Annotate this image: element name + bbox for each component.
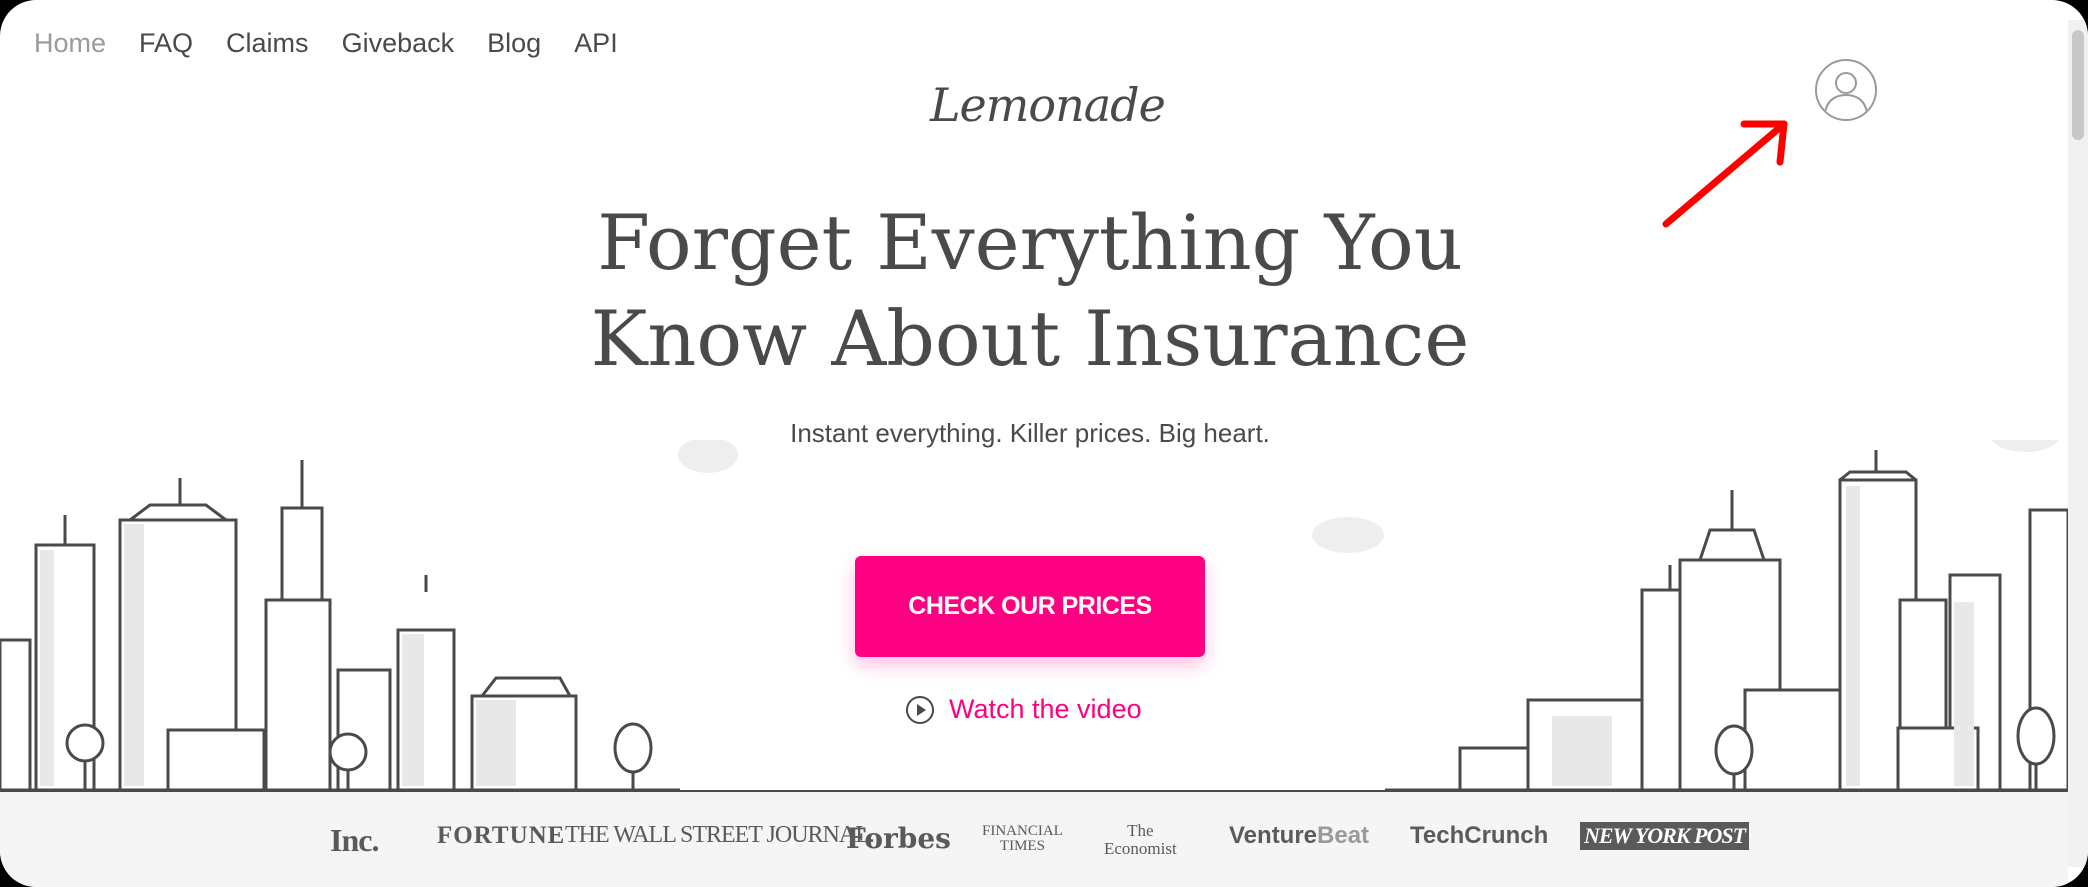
nav-blog-link[interactable]: Blog [487, 28, 541, 59]
lemonade-logo[interactable]: Lemonade [930, 78, 1166, 132]
economist-logo: The Economist [1104, 821, 1177, 858]
red-annotation-arrow-icon [1662, 120, 1788, 228]
wsj-logo: THE WALL STREET JOURNAL. [565, 822, 875, 848]
user-avatar-icon[interactable] [1815, 59, 1877, 121]
browser-frame: Home FAQ Claims Giveback Blog API Lemona… [0, 0, 2088, 887]
venturebeat-logo: Venture Beat [1229, 822, 1370, 849]
financial-times-logo: FINANCIAL TIMES [982, 823, 1063, 854]
check-our-prices-button[interactable]: CHECK OUR PRICES [855, 556, 1205, 657]
watch-video-label: Watch the video [949, 694, 1142, 724]
fortune-logo: FORTUNE [437, 822, 566, 849]
vertical-scrollbar[interactable] [2068, 20, 2088, 867]
inc-logo: Inc. [330, 822, 379, 858]
forbes-logo: Forbes [846, 822, 951, 855]
watch-video-link[interactable]: Watch the video [905, 694, 1142, 725]
techcrunch-logo: TechCrunch [1410, 822, 1549, 849]
nav-home-link[interactable]: Home [34, 28, 106, 59]
nav-giveback-link[interactable]: Giveback [342, 28, 455, 59]
hero-headline: Forget Everything You Know About Insuran… [560, 195, 1500, 387]
scrollbar-thumb[interactable] [2072, 30, 2084, 140]
nav-api-link[interactable]: API [574, 28, 618, 59]
headline-line-1: Forget Everything You [597, 198, 1463, 287]
new-york-post-logo: NEW YORK POST [1580, 822, 1750, 850]
main-nav: Home FAQ Claims Giveback Blog API [34, 28, 651, 59]
nav-claims-link[interactable]: Claims [226, 28, 309, 59]
play-circle-icon [906, 695, 934, 724]
nav-faq-link[interactable]: FAQ [139, 28, 193, 59]
headline-line-2: Know About Insurance [590, 294, 1470, 383]
